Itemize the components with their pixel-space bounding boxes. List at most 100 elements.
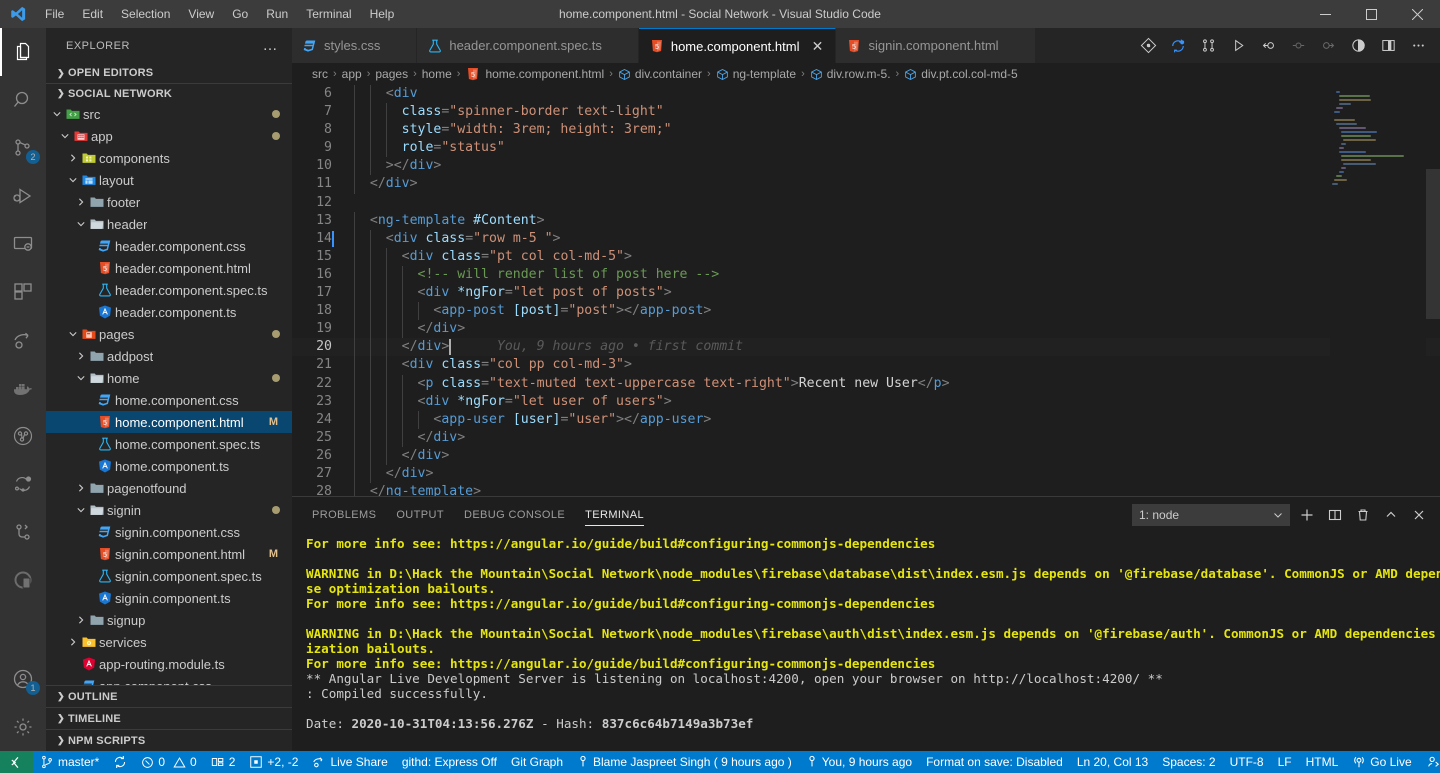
play-icon[interactable]: [1224, 32, 1252, 60]
code-text[interactable]: ></div>: [354, 157, 1440, 176]
section-open-editors[interactable]: ❯ OPEN EDITORS: [46, 63, 292, 83]
section-outline[interactable]: ❯ OUTLINE: [46, 685, 292, 707]
activity-git-graph[interactable]: [0, 412, 46, 460]
tab-home-component-html[interactable]: 5 home.component.html ✕: [638, 28, 837, 63]
code-line[interactable]: 7 class="spinner-border text-light": [292, 103, 1440, 122]
code-line[interactable]: 17 <div *ngFor="let post of posts">: [292, 284, 1440, 303]
code-text[interactable]: style="width: 3rem; height: 3rem;": [354, 121, 1440, 140]
code-line[interactable]: 15 <div class="pt col col-md-5">: [292, 247, 1440, 266]
breadcrumb-item-div-pt-col-col-md-5[interactable]: div.pt.col.col-md-5: [904, 67, 1018, 81]
code-text[interactable]: <!-- will render list of post here -->: [354, 265, 1440, 285]
menu-bar[interactable]: File Edit Selection View Go Run Terminal…: [36, 0, 403, 28]
code-line[interactable]: 13 <ng-template #Content>: [292, 211, 1440, 230]
status-git-changes-indicator[interactable]: +2, -2: [242, 751, 305, 773]
tab-output[interactable]: OUTPUT: [396, 497, 444, 532]
tree-item-signin-component-spec-ts[interactable]: signin.component.spec.ts: [46, 565, 292, 587]
menu-selection[interactable]: Selection: [112, 0, 179, 28]
section-npm-scripts[interactable]: ❯ NPM SCRIPTS: [46, 729, 292, 751]
tree-item-pages[interactable]: pages: [46, 323, 292, 345]
editor-vertical-scrollbar[interactable]: [1426, 85, 1440, 496]
minimize-button[interactable]: [1302, 0, 1348, 28]
tree-item-signin-component-html[interactable]: 5 signin.component.html M: [46, 543, 292, 565]
prev-change-icon[interactable]: [1254, 32, 1282, 60]
status-git-graph-indicator[interactable]: Git Graph: [504, 751, 570, 773]
code-line[interactable]: 20 </div> You, 9 hours ago • first commit: [292, 338, 1440, 357]
tree-item-pagenotfound[interactable]: pagenotfound: [46, 477, 292, 499]
file-tree[interactable]: src app components layout footer header header…: [46, 103, 292, 685]
status-problems-indicator[interactable]: 0 0: [134, 751, 203, 773]
code-line[interactable]: 6 <div: [292, 85, 1440, 104]
breadcrumb-item-div-container[interactable]: div.container: [618, 67, 702, 81]
code-text[interactable]: <app-post [post]="post"></app-post>: [354, 302, 1440, 321]
tab-header-component-spec-ts[interactable]: header.component.spec.ts: [417, 28, 639, 63]
status-format-on-save[interactable]: Format on save: Disabled: [919, 751, 1070, 773]
tree-item-signup[interactable]: signup: [46, 609, 292, 631]
tree-item-header-component-css[interactable]: header.component.css: [46, 235, 292, 257]
code-line[interactable]: 12: [292, 194, 1440, 212]
close-button[interactable]: [1394, 0, 1440, 28]
code-line[interactable]: 25 </div>: [292, 428, 1440, 447]
breadcrumb-item-src[interactable]: src: [312, 67, 328, 81]
tree-item-home-component-html[interactable]: 5 home.component.html M: [46, 411, 292, 434]
code-editor[interactable]: 6 <div 7 class="spinner-border text-light" 8…: [292, 85, 1440, 496]
tree-item-src[interactable]: src: [46, 103, 292, 125]
code-text[interactable]: [354, 194, 1440, 212]
split-editor-icon[interactable]: [1374, 32, 1402, 60]
tab-close-icon[interactable]: ✕: [809, 39, 825, 53]
tree-item-app[interactable]: app: [46, 125, 292, 147]
activity-source-control[interactable]: 2: [0, 124, 46, 172]
breadcrumb[interactable]: src › app › pages › home › 5 home.component.html ›…: [292, 63, 1440, 85]
window-controls[interactable]: [1302, 0, 1440, 28]
breadcrumb-item-home[interactable]: home: [422, 67, 452, 81]
code-text[interactable]: <div class="col pp col-md-3">: [354, 356, 1440, 375]
menu-help[interactable]: Help: [361, 0, 404, 28]
breadcrumb-item-pages[interactable]: pages: [375, 67, 408, 81]
refresh-icon[interactable]: [1164, 32, 1192, 60]
tab-debug-console[interactable]: DEBUG CONSOLE: [464, 497, 565, 532]
ellipsis-icon[interactable]: [1404, 32, 1432, 60]
tree-item-header-component-ts[interactable]: header.component.ts: [46, 301, 292, 323]
code-text[interactable]: </div>: [354, 464, 1440, 484]
split-terminal-button[interactable]: [1324, 504, 1346, 526]
sidebar-more-icon[interactable]: …: [257, 37, 285, 54]
tree-item-footer[interactable]: footer: [46, 191, 292, 213]
tab-signin-component-html[interactable]: 5 signin.component.html: [836, 28, 1036, 63]
status-encoding[interactable]: UTF-8: [1223, 751, 1271, 773]
breadcrumb-item-ng-template[interactable]: ng-template: [716, 67, 796, 81]
menu-file[interactable]: File: [36, 0, 73, 28]
code-line[interactable]: 24 <app-user [user]="user"></app-user>: [292, 410, 1440, 429]
activity-bar[interactable]: 2 1: [0, 28, 46, 751]
code-text[interactable]: </div>: [354, 446, 1440, 465]
code-text[interactable]: <div: [354, 85, 1440, 104]
code-line[interactable]: 9 role="status": [292, 139, 1440, 158]
code-text[interactable]: </ng-template>: [354, 483, 1440, 496]
activity-run-and-debug[interactable]: [0, 172, 46, 220]
tree-item-home[interactable]: home: [46, 367, 292, 389]
activity-gitlens[interactable]: [0, 508, 46, 556]
breadcrumb-item-home-component-html[interactable]: 5 home.component.html: [465, 66, 604, 82]
tree-item-addpost[interactable]: addpost: [46, 345, 292, 367]
activity-docker[interactable]: [0, 364, 46, 412]
tree-item-header[interactable]: header: [46, 213, 292, 235]
code-line[interactable]: 16 <!-- will render list of post here -->: [292, 265, 1440, 285]
menu-terminal[interactable]: Terminal: [297, 0, 360, 28]
code-line[interactable]: 18 <app-post [post]="post"></app-post>: [292, 302, 1440, 321]
code-line[interactable]: 19 </div>: [292, 320, 1440, 339]
code-text[interactable]: <ng-template #Content>: [354, 211, 1440, 230]
tab-terminal[interactable]: TERMINAL: [585, 497, 644, 532]
activity-extensions[interactable]: [0, 268, 46, 316]
tree-item-components[interactable]: components: [46, 147, 292, 169]
tree-item-services[interactable]: services: [46, 631, 292, 653]
close-panel-button[interactable]: [1408, 504, 1430, 526]
maximize-button[interactable]: [1348, 0, 1394, 28]
code-text[interactable]: <p class="text-muted text-uppercase text…: [354, 374, 1440, 393]
menu-edit[interactable]: Edit: [73, 0, 112, 28]
editor-tabs[interactable]: styles.css header.component.spec.ts 5 home.…: [292, 28, 1036, 63]
next-change-icon[interactable]: [1314, 32, 1342, 60]
tree-item-app-routing-module-ts[interactable]: app-routing.module.ts: [46, 653, 292, 675]
maximize-panel-button[interactable]: [1380, 504, 1402, 526]
panel-actions[interactable]: 1: node: [1132, 503, 1440, 526]
tree-item-signin[interactable]: signin: [46, 499, 292, 521]
status-sync-indicator[interactable]: [106, 751, 134, 773]
contrast-icon[interactable]: [1344, 32, 1372, 60]
